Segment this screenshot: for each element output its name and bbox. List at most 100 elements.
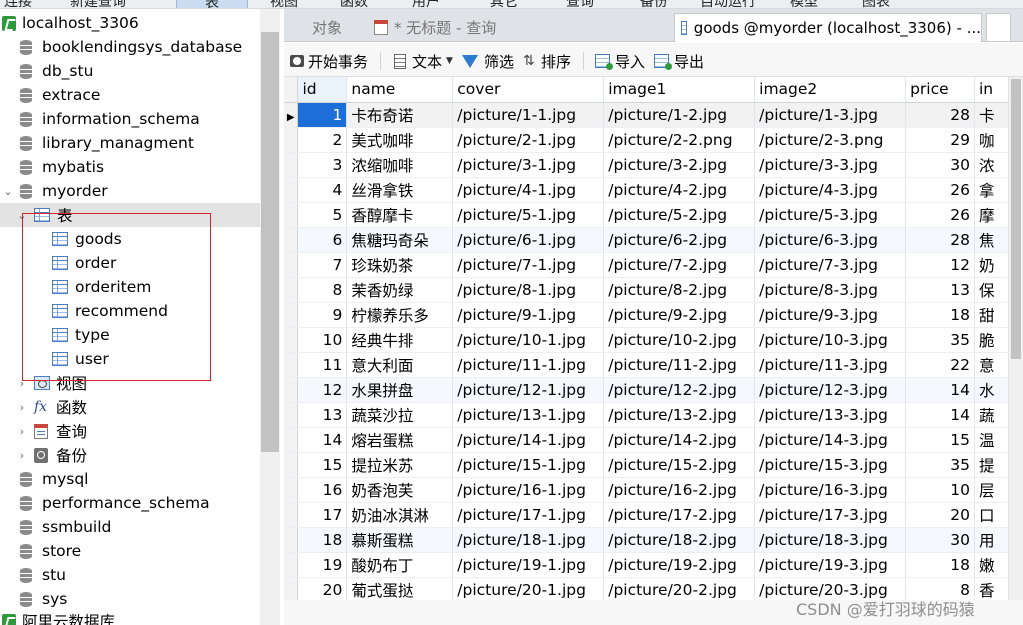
cell-cover[interactable]: /picture/1-1.jpg (452, 102, 605, 128)
cell-cover[interactable]: /picture/16-1.jpg (452, 477, 605, 503)
cell-cover[interactable]: /picture/12-1.jpg (452, 377, 605, 403)
cell-cover[interactable]: /picture/11-1.jpg (452, 352, 605, 378)
column-header-cover[interactable]: cover (452, 77, 605, 103)
cell-cover[interactable]: /picture/3-1.jpg (452, 152, 605, 178)
cell-price[interactable]: 28 (905, 227, 975, 253)
cell-price[interactable]: 20 (905, 502, 975, 528)
cell-intro[interactable]: 保 (974, 277, 1009, 303)
cell-image1[interactable]: /picture/3-2.jpg (603, 152, 756, 178)
toolbar-user[interactable]: 用户 (412, 0, 440, 8)
cell-id[interactable]: 2 (297, 127, 348, 153)
cell-image1[interactable]: /picture/7-2.jpg (603, 252, 756, 278)
column-header-image2[interactable]: image2 (754, 77, 907, 103)
row-gutter[interactable] (284, 352, 299, 378)
toolbar-other[interactable]: 其它 (490, 0, 518, 8)
cell-image2[interactable]: /picture/12-3.jpg (754, 377, 907, 403)
cell-intro[interactable]: 摩 (974, 202, 1009, 228)
tree-db-myorder[interactable]: ⌄ myorder (0, 179, 260, 203)
cell-price[interactable]: 35 (905, 327, 975, 353)
cell-name[interactable]: 珍珠奶茶 (346, 252, 454, 278)
cell-image2[interactable]: /picture/6-3.jpg (754, 227, 907, 253)
toolbar-backup[interactable]: 备份 (640, 0, 668, 8)
table-row[interactable]: 17 奶油冰淇淋/picture/17-1.jpg/picture/17-2.jp… (284, 502, 1009, 528)
cell-image1[interactable]: /picture/19-2.jpg (603, 552, 756, 578)
table-row[interactable]: 8 茉香奶绿/picture/8-1.jpg/picture/8-2.jpg/pi… (284, 277, 1009, 303)
row-gutter[interactable] (284, 202, 299, 228)
table-row[interactable]: 10 经典牛排/picture/10-1.jpg/picture/10-2.jpg… (284, 327, 1009, 353)
cell-image1[interactable]: /picture/15-2.jpg (603, 452, 756, 478)
grid-scrollbar-thumb[interactable] (1011, 79, 1021, 359)
tree-backups-folder[interactable]: › 备份 (0, 443, 260, 467)
cell-intro[interactable]: 提 (974, 452, 1009, 478)
cell-image1[interactable]: /picture/10-2.jpg (603, 327, 756, 353)
row-gutter[interactable] (284, 427, 299, 453)
cell-name[interactable]: 蔬菜沙拉 (346, 402, 454, 428)
cell-intro[interactable]: 拿 (974, 177, 1009, 203)
cell-id[interactable]: 20 (297, 577, 348, 600)
cell-price[interactable]: 30 (905, 527, 975, 553)
cell-cover[interactable]: /picture/8-1.jpg (452, 277, 605, 303)
tree-connection-localhost[interactable]: localhost_3306 (0, 11, 260, 35)
cell-image2[interactable]: /picture/3-3.jpg (754, 152, 907, 178)
cell-intro[interactable]: 蔬 (974, 402, 1009, 428)
cell-price[interactable]: 30 (905, 152, 975, 178)
cell-image2[interactable]: /picture/17-3.jpg (754, 502, 907, 528)
row-gutter[interactable] (284, 502, 299, 528)
cell-id[interactable]: 17 (297, 502, 348, 528)
cell-image2[interactable]: /picture/1-3.jpg (754, 102, 907, 128)
cell-cover[interactable]: /picture/9-1.jpg (452, 302, 605, 328)
filter-button[interactable]: 筛选 (462, 50, 514, 72)
tree-db-library-managment[interactable]: library_managment (0, 131, 260, 155)
cell-name[interactable]: 水果拼盘 (346, 377, 454, 403)
table-row[interactable]: 18 慕斯蛋糕/picture/18-1.jpg/picture/18-2.jpg… (284, 527, 1009, 553)
cell-cover[interactable]: /picture/15-1.jpg (452, 452, 605, 478)
cell-intro[interactable]: 焦 (974, 227, 1009, 253)
cell-price[interactable]: 26 (905, 202, 975, 228)
cell-image1[interactable]: /picture/2-2.png (603, 127, 756, 153)
cell-name[interactable]: 美式咖啡 (346, 127, 454, 153)
tree-db-stu[interactable]: stu (0, 563, 260, 587)
row-gutter[interactable] (284, 152, 299, 178)
cell-image2[interactable]: /picture/11-3.jpg (754, 352, 907, 378)
cell-image1[interactable]: /picture/17-2.jpg (603, 502, 756, 528)
cell-price[interactable]: 18 (905, 302, 975, 328)
row-gutter[interactable] (284, 327, 299, 353)
chevron-down-icon[interactable]: ⌄ (2, 185, 14, 198)
cell-image2[interactable]: /picture/8-3.jpg (754, 277, 907, 303)
cell-image2[interactable]: /picture/18-3.jpg (754, 527, 907, 553)
chevron-right-icon[interactable]: › (16, 425, 28, 438)
table-row[interactable]: 5 香醇摩卡/picture/5-1.jpg/picture/5-2.jpg/pi… (284, 202, 1009, 228)
table-row[interactable]: 2 美式咖啡/picture/2-1.jpg/picture/2-2.png/pi… (284, 127, 1009, 153)
tree-db-ssmbuild[interactable]: ssmbuild (0, 515, 260, 539)
tree-tables-folder[interactable]: ⌄ 表 (0, 203, 260, 227)
tab-objects[interactable]: 对象 (312, 13, 372, 42)
cell-image2[interactable]: /picture/9-3.jpg (754, 302, 907, 328)
cell-name[interactable]: 茉香奶绿 (346, 277, 454, 303)
tree-db-store[interactable]: store (0, 539, 260, 563)
tree-db-information-schema[interactable]: information_schema (0, 107, 260, 131)
cell-cover[interactable]: /picture/6-1.jpg (452, 227, 605, 253)
cell-intro[interactable]: 水 (974, 377, 1009, 403)
cell-price[interactable]: 10 (905, 477, 975, 503)
row-gutter[interactable] (284, 177, 299, 203)
cell-intro[interactable]: 浓 (974, 152, 1009, 178)
row-gutter[interactable] (284, 227, 299, 253)
cell-image1[interactable]: /picture/9-2.jpg (603, 302, 756, 328)
column-header-intro[interactable]: in (974, 77, 1009, 103)
row-gutter[interactable] (284, 577, 299, 600)
row-gutter[interactable] (284, 552, 299, 578)
tree-connection-aliyun[interactable]: 阿里云数据库 (0, 609, 260, 625)
table-row[interactable]: 11 意大利面/picture/11-1.jpg/picture/11-2.jpg… (284, 352, 1009, 378)
cell-price[interactable]: 18 (905, 552, 975, 578)
table-row[interactable]: 4 丝滑拿铁/picture/4-1.jpg/picture/4-2.jpg/pi… (284, 177, 1009, 203)
cell-image2[interactable]: /picture/5-3.jpg (754, 202, 907, 228)
column-header-price[interactable]: price (905, 77, 975, 103)
cell-image1[interactable]: /picture/4-2.jpg (603, 177, 756, 203)
cell-id[interactable]: 3 (297, 152, 348, 178)
tree-views-folder[interactable]: › 视图 (0, 371, 260, 395)
cell-intro[interactable]: 层 (974, 477, 1009, 503)
tree-db-performance-schema[interactable]: performance_schema (0, 491, 260, 515)
toolbar-connect[interactable]: 连接 (4, 0, 32, 8)
cell-name[interactable]: 浓缩咖啡 (346, 152, 454, 178)
cell-price[interactable]: 29 (905, 127, 975, 153)
